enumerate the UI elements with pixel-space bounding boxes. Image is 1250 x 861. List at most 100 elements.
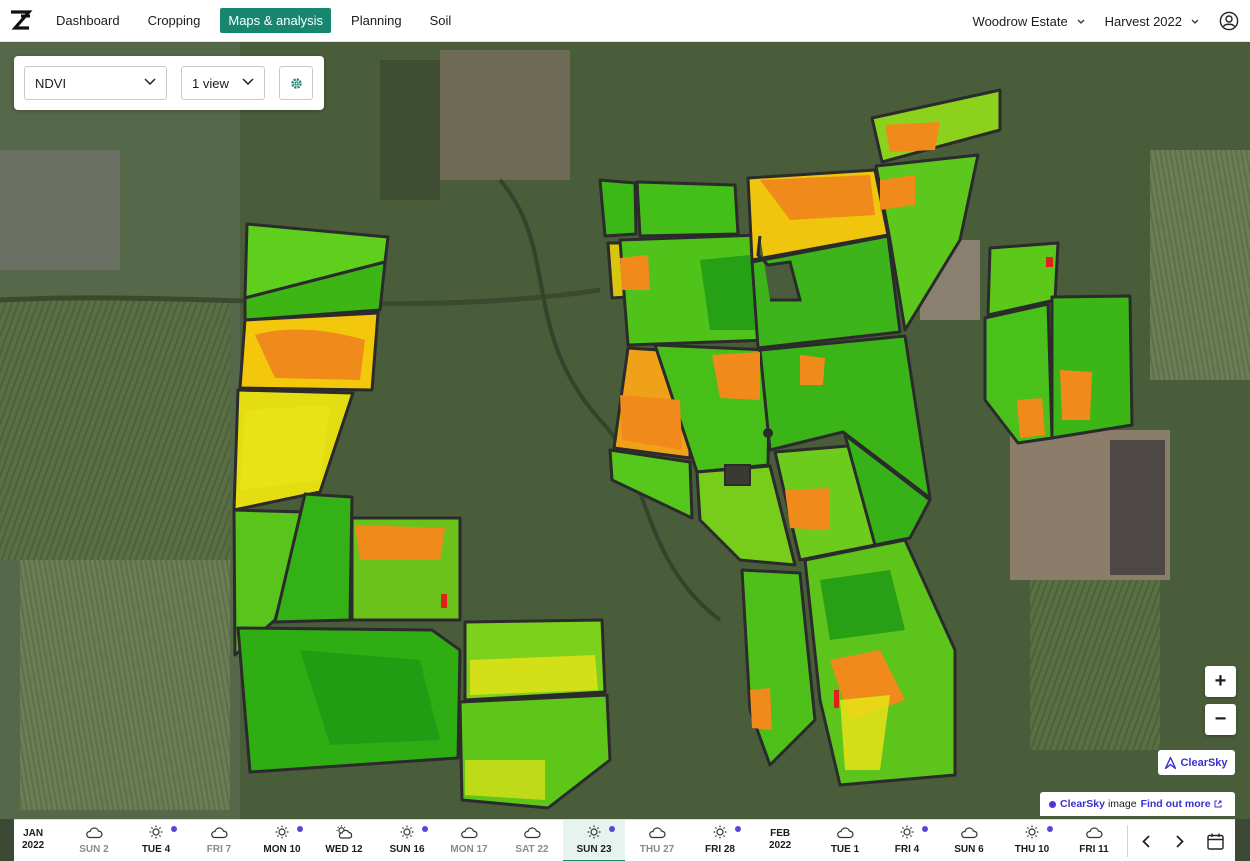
timeline-next-button[interactable] (1169, 830, 1191, 852)
nav-cropping[interactable]: Cropping (140, 8, 209, 33)
sun-icon (1025, 825, 1039, 839)
timeline-divider (1127, 825, 1128, 857)
timeline-day[interactable]: SAT 22 (501, 820, 563, 861)
cloud-icon (461, 827, 478, 839)
cloud-icon (524, 827, 541, 839)
cloud-icon (961, 827, 978, 839)
user-icon (1219, 11, 1239, 31)
imagery-attribution: ClearSky image Find out more (1040, 792, 1235, 816)
month-label-jan: JAN 2022 (22, 828, 44, 852)
timeline-day-label: SUN 16 (389, 844, 425, 855)
chevron-left-icon (1142, 834, 1150, 848)
timeline-day-label: SAT 22 (515, 844, 549, 855)
timeline-day[interactable]: TUE 4 (125, 820, 187, 861)
timeline-day-label: FRI 11 (1079, 844, 1109, 855)
settings-button[interactable] (279, 66, 313, 100)
timeline-day[interactable]: MON 17 (438, 820, 500, 861)
find-out-more-link[interactable]: Find out more (1141, 798, 1211, 810)
imagery-available-dot (297, 826, 303, 832)
month-year: 2022 (769, 840, 792, 851)
timeline-day[interactable]: SUN 23 (563, 820, 625, 861)
timeline-day[interactable]: SUN 6 (938, 820, 1000, 861)
gear-icon (290, 77, 302, 89)
timeline-day-label: THU 27 (639, 844, 675, 855)
timeline-day[interactable]: SUN 2 (63, 820, 125, 861)
cloud-icon (211, 827, 228, 839)
chevron-down-icon (144, 78, 156, 85)
harvest-label: Harvest 2022 (1104, 13, 1182, 29)
partly-cloudy-icon (336, 825, 353, 839)
views-select[interactable]: 1 view (181, 66, 265, 100)
sun-icon (275, 825, 289, 839)
timeline-day[interactable]: FRI 4 (876, 820, 938, 861)
external-link-icon (1214, 800, 1222, 808)
calendar-button[interactable] (1204, 830, 1226, 852)
timeline-day[interactable]: FRI 11 (1063, 820, 1125, 861)
cloud-icon (1086, 827, 1103, 839)
cloud-icon (837, 827, 854, 839)
imagery-available-dot (735, 826, 741, 832)
imagery-available-dot (171, 826, 177, 832)
timeline-day[interactable]: WED 12 (313, 820, 375, 861)
month-name: JAN (23, 828, 44, 839)
estate-label: Woodrow Estate (972, 13, 1068, 29)
estate-dropdown[interactable]: Woodrow Estate (973, 14, 1085, 29)
timeline-day[interactable]: SUN 16 (376, 820, 438, 861)
nav-soil[interactable]: Soil (422, 8, 460, 33)
nav-dashboard[interactable]: Dashboard (48, 8, 128, 33)
calendar-icon (1206, 833, 1224, 850)
timeline-day-label: MON 10 (263, 844, 301, 855)
imagery-available-dot (922, 826, 928, 832)
logo-icon (11, 9, 33, 30)
sun-icon (713, 825, 727, 839)
timeline-day[interactable]: FRI 7 (188, 820, 250, 861)
user-account-button[interactable] (1219, 11, 1239, 31)
satellite-map[interactable] (0, 42, 1250, 819)
sun-icon (587, 825, 601, 839)
timeline-day-label: THU 10 (1014, 844, 1050, 855)
timeline-day-label: SUN 6 (954, 844, 984, 855)
map-canvas (0, 42, 1250, 819)
zoom-out-button[interactable]: − (1205, 704, 1236, 735)
layer-select-value: NDVI (35, 75, 67, 91)
zoom-in-button[interactable]: + (1205, 666, 1236, 697)
map-controls-panel: NDVI 1 view (14, 56, 324, 110)
sun-icon (900, 825, 914, 839)
cloud-icon (86, 827, 103, 839)
chevron-down-icon (1077, 19, 1085, 24)
layer-select[interactable]: NDVI (24, 66, 167, 100)
timeline-day-label: SUN 23 (576, 844, 612, 855)
sun-icon (149, 825, 163, 839)
timeline-day[interactable]: FRI 28 (689, 820, 751, 861)
clearsky-button[interactable]: ClearSky (1158, 750, 1235, 775)
attribution-brand: ClearSky (1060, 798, 1105, 810)
clearsky-dot-icon (1049, 800, 1056, 808)
chevron-down-icon (1191, 19, 1199, 24)
timeline-day-label: FRI 7 (206, 844, 232, 855)
timeline-day-label: TUE 4 (141, 844, 171, 855)
main-nav: Dashboard Cropping Maps & analysis Plann… (48, 8, 471, 33)
timeline-day[interactable]: MON 10 (251, 820, 313, 861)
timeline-day-label: TUE 1 (830, 844, 860, 855)
attribution-text: image (1107, 798, 1137, 810)
imagery-available-dot (1047, 826, 1053, 832)
month-name: FEB (770, 828, 791, 839)
nav-planning[interactable]: Planning (343, 8, 410, 33)
timeline-day[interactable]: THU 27 (626, 820, 688, 861)
clearsky-icon (1165, 756, 1177, 769)
month-label-feb: FEB 2022 (769, 828, 791, 852)
chevron-right-icon (1176, 834, 1184, 848)
nav-maps-analysis[interactable]: Maps & analysis (220, 8, 332, 33)
timeline-day[interactable]: THU 10 (1001, 820, 1063, 861)
timeline-day-label: FRI 28 (704, 844, 735, 855)
harvest-dropdown[interactable]: Harvest 2022 (1105, 14, 1199, 29)
app-logo[interactable] (0, 0, 42, 42)
timeline-day-label: FRI 4 (894, 844, 920, 855)
timeline-day-label: MON 17 (450, 844, 488, 855)
timeline-day[interactable]: TUE 1 (814, 820, 876, 861)
cloud-icon (649, 827, 666, 839)
imagery-available-dot (609, 826, 615, 832)
sun-icon (400, 825, 414, 839)
timeline-prev-button[interactable] (1135, 830, 1157, 852)
top-navigation-bar: Dashboard Cropping Maps & analysis Plann… (0, 0, 1250, 42)
